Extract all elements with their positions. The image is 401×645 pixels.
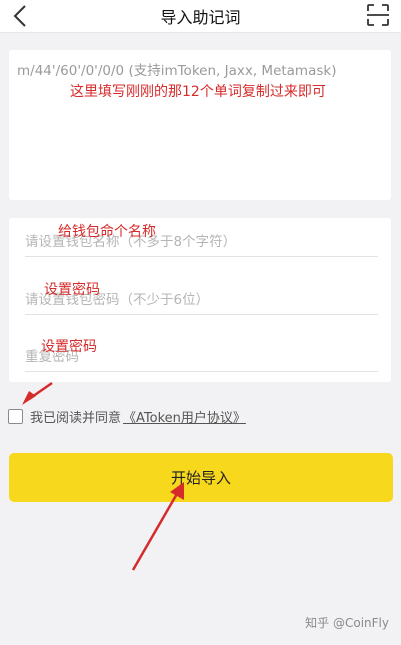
mnemonic-annotation: 这里填写刚刚的那12个单词复制过来即可 [70, 84, 326, 100]
repeat-password-annotation: 设置密码 [41, 339, 97, 355]
mnemonic-placeholder: m/44'/60'/0'/0/0 (支持imToken, Jaxx, Metam… [17, 63, 337, 79]
agreement-row: 我已阅读并同意 《AToken用户协议》 [8, 406, 246, 426]
agreement-checkbox[interactable] [8, 408, 23, 424]
watermark: 知乎 @CoinFly [305, 616, 389, 630]
password-annotation: 设置密码 [44, 282, 100, 298]
scan-icon [367, 4, 389, 26]
wallet-name-annotation: 给钱包命个名称 [58, 224, 156, 240]
page-title: 导入助记词 [160, 8, 241, 27]
wallet-form: 请设置钱包名称（不多于8个字符） 请设置钱包密码（不少于6位） 重复密码 [9, 218, 391, 382]
agreement-text: 我已阅读并同意 [30, 410, 122, 426]
mnemonic-input[interactable]: m/44'/60'/0'/0/0 (支持imToken, Jaxx, Metam… [9, 50, 391, 200]
scan-button[interactable] [365, 2, 391, 28]
agreement-link[interactable]: 《AToken用户协议》 [123, 407, 246, 426]
navigation-bar: 导入助记词 [0, 0, 401, 33]
start-import-button[interactable]: 开始导入 [9, 453, 393, 502]
checkbox-arrow-icon [22, 381, 53, 405]
